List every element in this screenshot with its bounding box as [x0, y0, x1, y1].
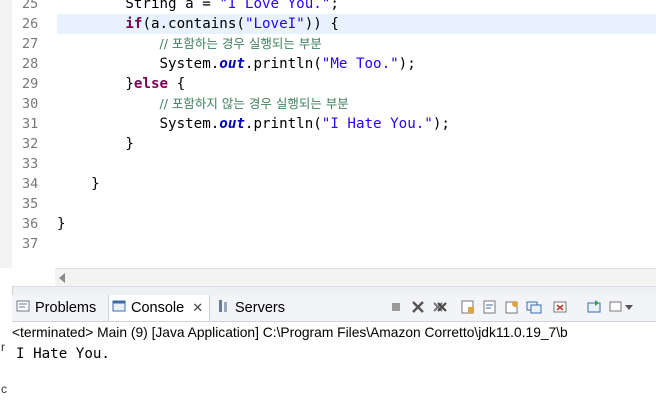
- code-token: System.: [159, 116, 220, 132]
- code-token-str: "LoveI": [244, 16, 305, 32]
- line-number: 28: [22, 56, 39, 72]
- open-console-icon[interactable]: [552, 299, 568, 315]
- tab-servers-label: Servers: [235, 300, 285, 316]
- pin-console-icon[interactable]: [504, 299, 520, 315]
- scroll-lock-icon[interactable]: [460, 299, 476, 315]
- code-line[interactable]: 35: [0, 194, 656, 214]
- code-token-kw: else: [133, 76, 169, 92]
- code-token: .println(: [244, 116, 322, 132]
- line-number: 26: [22, 16, 39, 32]
- display-selected-console-icon[interactable]: [526, 299, 542, 315]
- line-number: 36: [22, 216, 39, 232]
- terminate-icon[interactable]: [388, 299, 404, 315]
- code-token-str: "I Love You.": [219, 0, 331, 12]
- word-wrap-icon[interactable]: [482, 299, 498, 315]
- code-token: )) {: [304, 16, 339, 32]
- code-token: );: [432, 116, 450, 132]
- code-text: }: [57, 214, 66, 234]
- launch-status: <terminated> Main (9) [Java Application]…: [12, 322, 656, 344]
- remove-all-icon[interactable]: [432, 299, 448, 315]
- close-icon[interactable]: ✕: [192, 300, 203, 316]
- code-token: (a.contains(: [142, 16, 245, 32]
- code-token-str: "I Hate You.": [321, 116, 433, 132]
- code-token: System.: [159, 56, 220, 72]
- line-number: 34: [22, 176, 39, 192]
- code-token: ;: [330, 0, 339, 12]
- code-text: }else {: [57, 74, 185, 94]
- line-number: 32: [22, 136, 39, 152]
- code-line[interactable]: 36}: [0, 214, 656, 234]
- code-text: }: [57, 134, 134, 154]
- code-line[interactable]: 31 System.out.println("I Hate You.");: [0, 114, 656, 134]
- code-line[interactable]: 33: [0, 154, 656, 174]
- line-number: 29: [22, 76, 39, 92]
- code-token: }: [125, 76, 134, 92]
- code-token-str: "Me Too.": [321, 56, 399, 72]
- code-line[interactable]: 32 }: [0, 134, 656, 154]
- code-text: // 포함하지 않는 경우 실행되는 부분: [57, 94, 349, 114]
- code-line[interactable]: 29 }else {: [0, 74, 656, 94]
- tab-problems-label: Problems: [35, 300, 97, 316]
- code-token: .println(: [244, 56, 322, 72]
- code-token: }: [57, 216, 66, 232]
- left-strip-char: r: [1, 340, 5, 354]
- console-output-area[interactable]: I Hate You.: [12, 344, 656, 403]
- code-editor[interactable]: 25 String a = "I Love You."; 26 if(a.cont…: [0, 0, 656, 268]
- line-number: 31: [22, 116, 39, 132]
- code-text: if(a.contains("LoveI")) {: [57, 14, 339, 34]
- line-number: 27: [22, 36, 39, 52]
- tab-console-label: Console: [131, 300, 185, 316]
- line-number: 37: [22, 236, 39, 252]
- menu-icon[interactable]: [609, 299, 633, 315]
- code-line[interactable]: 25 String a = "I Love You.";: [0, 0, 656, 14]
- remove-launch-icon[interactable]: [410, 299, 426, 315]
- console-icon: [112, 299, 126, 317]
- code-token: );: [398, 56, 416, 72]
- code-token: {: [168, 76, 186, 92]
- code-line[interactable]: 30 // 포함하지 않는 경우 실행되는 부분: [0, 94, 656, 114]
- left-strip-char-c: c: [1, 382, 7, 396]
- code-token-kw: if: [125, 16, 143, 32]
- code-text: System.out.println("I Hate You.");: [57, 114, 450, 134]
- code-text: // 포함하는 경우 실행되는 부분: [57, 34, 322, 54]
- line-number: 33: [22, 156, 39, 172]
- code-text: String a = "I Love You.";: [57, 0, 339, 14]
- line-number: 25: [22, 0, 39, 12]
- code-line[interactable]: 28 System.out.println("Me Too.");: [0, 54, 656, 74]
- tab-console[interactable]: Console ✕: [108, 295, 211, 321]
- line-number: 35: [22, 196, 39, 212]
- horizontal-scrollbar[interactable]: [55, 268, 656, 286]
- new-console-icon[interactable]: [586, 299, 602, 315]
- scroll-left-icon[interactable]: [59, 273, 65, 283]
- code-token: }: [125, 136, 134, 152]
- code-text: System.out.println("Me Too.");: [57, 54, 416, 74]
- code-token-fld: out: [219, 116, 245, 132]
- problems-icon: [16, 299, 30, 317]
- code-token-fld: out: [219, 56, 245, 72]
- code-token-cmt: // 포함하는 경우 실행되는 부분: [159, 36, 322, 51]
- line-number: 30: [22, 96, 39, 112]
- code-line[interactable]: 34 }: [0, 174, 656, 194]
- code-line[interactable]: 37: [0, 234, 656, 254]
- code-token: }: [91, 176, 100, 192]
- panel-separator[interactable]: [0, 286, 656, 295]
- code-token: String a =: [125, 0, 220, 12]
- code-text: }: [57, 174, 100, 194]
- tab-servers[interactable]: Servers: [216, 295, 285, 321]
- code-line[interactable]: 27 // 포함하는 경우 실행되는 부분: [0, 34, 656, 54]
- console-output-line: I Hate You.: [16, 346, 110, 362]
- code-token-cmt: // 포함하지 않는 경우 실행되는 부분: [159, 96, 349, 111]
- code-line[interactable]: 26 if(a.contains("LoveI")) {: [22, 14, 656, 34]
- tab-problems[interactable]: Problems: [16, 295, 96, 321]
- servers-icon: [216, 299, 230, 317]
